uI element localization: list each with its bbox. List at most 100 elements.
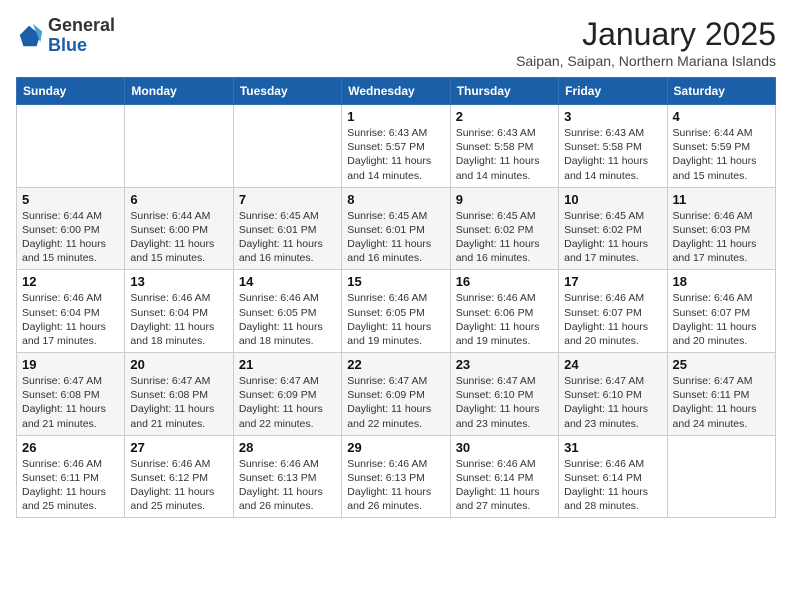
day-info: Sunrise: 6:47 AM Sunset: 6:11 PM Dayligh… bbox=[673, 374, 770, 431]
day-number: 5 bbox=[22, 192, 119, 207]
calendar-cell: 15Sunrise: 6:46 AM Sunset: 6:05 PM Dayli… bbox=[342, 270, 450, 353]
day-info: Sunrise: 6:46 AM Sunset: 6:13 PM Dayligh… bbox=[239, 457, 336, 514]
day-info: Sunrise: 6:45 AM Sunset: 6:02 PM Dayligh… bbox=[564, 209, 661, 266]
day-number: 28 bbox=[239, 440, 336, 455]
day-info: Sunrise: 6:43 AM Sunset: 5:58 PM Dayligh… bbox=[564, 126, 661, 183]
weekday-header: Tuesday bbox=[233, 78, 341, 105]
calendar-week-row: 5 Sunrise: 6:44 AM Sunset: 6:00 PM Daylig… bbox=[17, 187, 776, 270]
day-number: 14 bbox=[239, 274, 336, 289]
day-number: 13 bbox=[130, 274, 227, 289]
day-number: 25 bbox=[673, 357, 770, 372]
calendar-cell bbox=[667, 435, 775, 518]
day-info: Sunrise: 6:46 AM Sunset: 6:05 PM Dayligh… bbox=[239, 291, 336, 348]
day-info: Sunrise: 6:45 AM Sunset: 6:02 PM Dayligh… bbox=[456, 209, 553, 266]
day-info: Sunrise: 6:43 AM Sunset: 5:58 PM Dayligh… bbox=[456, 126, 553, 183]
day-number: 20 bbox=[130, 357, 227, 372]
calendar-cell: 26 Sunrise: 6:46 AM Sunset: 6:11 PM Dayli… bbox=[17, 435, 125, 518]
day-info: Sunrise: 6:47 AM Sunset: 6:09 PM Dayligh… bbox=[239, 374, 336, 431]
day-info: Sunrise: 6:44 AM Sunset: 6:00 PM Dayligh… bbox=[130, 209, 227, 266]
day-number: 6 bbox=[130, 192, 227, 207]
day-number: 23 bbox=[456, 357, 553, 372]
calendar-cell: 27 Sunrise: 6:46 AM Sunset: 6:12 PM Dayli… bbox=[125, 435, 233, 518]
day-info: Sunrise: 6:46 AM Sunset: 6:14 PM Dayligh… bbox=[564, 457, 661, 514]
calendar-cell: 14 Sunrise: 6:46 AM Sunset: 6:05 PM Dayli… bbox=[233, 270, 341, 353]
day-info: Sunrise: 6:43 AM Sunset: 5:57 PM Dayligh… bbox=[347, 126, 444, 183]
day-number: 10 bbox=[564, 192, 661, 207]
calendar-cell bbox=[233, 105, 341, 188]
day-info: Sunrise: 6:46 AM Sunset: 6:07 PM Dayligh… bbox=[673, 291, 770, 348]
day-number: 7 bbox=[239, 192, 336, 207]
day-info: Sunrise: 6:46 AM Sunset: 6:13 PM Dayligh… bbox=[347, 457, 444, 514]
day-info: Sunrise: 6:46 AM Sunset: 6:03 PM Dayligh… bbox=[673, 209, 770, 266]
day-number: 24 bbox=[564, 357, 661, 372]
calendar-cell: 18 Sunrise: 6:46 AM Sunset: 6:07 PM Dayli… bbox=[667, 270, 775, 353]
calendar-week-row: 19 Sunrise: 6:47 AM Sunset: 6:08 PM Dayli… bbox=[17, 353, 776, 436]
calendar-cell: 23Sunrise: 6:47 AM Sunset: 6:10 PM Dayli… bbox=[450, 353, 558, 436]
day-info: Sunrise: 6:47 AM Sunset: 6:09 PM Dayligh… bbox=[347, 374, 444, 431]
day-info: Sunrise: 6:47 AM Sunset: 6:08 PM Dayligh… bbox=[22, 374, 119, 431]
day-number: 27 bbox=[130, 440, 227, 455]
day-number: 3 bbox=[564, 109, 661, 124]
weekday-header-row: SundayMondayTuesdayWednesdayThursdayFrid… bbox=[17, 78, 776, 105]
calendar-cell: 31 Sunrise: 6:46 AM Sunset: 6:14 PM Dayli… bbox=[559, 435, 667, 518]
weekday-header: Monday bbox=[125, 78, 233, 105]
day-number: 18 bbox=[673, 274, 770, 289]
calendar-cell: 24 Sunrise: 6:47 AM Sunset: 6:10 PM Dayli… bbox=[559, 353, 667, 436]
calendar-table: SundayMondayTuesdayWednesdayThursdayFrid… bbox=[16, 77, 776, 518]
day-info: Sunrise: 6:46 AM Sunset: 6:11 PM Dayligh… bbox=[22, 457, 119, 514]
logo-text: General Blue bbox=[48, 16, 115, 56]
day-number: 30 bbox=[456, 440, 553, 455]
calendar-cell: 11 Sunrise: 6:46 AM Sunset: 6:03 PM Dayli… bbox=[667, 187, 775, 270]
month-title: January 2025 bbox=[516, 16, 776, 53]
calendar-cell: 2 Sunrise: 6:43 AM Sunset: 5:58 PM Daylig… bbox=[450, 105, 558, 188]
calendar-cell: 20 Sunrise: 6:47 AM Sunset: 6:08 PM Dayli… bbox=[125, 353, 233, 436]
calendar-cell: 12Sunrise: 6:46 AM Sunset: 6:04 PM Dayli… bbox=[17, 270, 125, 353]
calendar-cell: 19 Sunrise: 6:47 AM Sunset: 6:08 PM Dayli… bbox=[17, 353, 125, 436]
calendar-cell: 16 Sunrise: 6:46 AM Sunset: 6:06 PM Dayli… bbox=[450, 270, 558, 353]
day-info: Sunrise: 6:44 AM Sunset: 6:00 PM Dayligh… bbox=[22, 209, 119, 266]
day-info: Sunrise: 6:46 AM Sunset: 6:04 PM Dayligh… bbox=[22, 291, 119, 348]
calendar-cell: 22 Sunrise: 6:47 AM Sunset: 6:09 PM Dayli… bbox=[342, 353, 450, 436]
calendar-cell: 17Sunrise: 6:46 AM Sunset: 6:07 PM Dayli… bbox=[559, 270, 667, 353]
logo: General Blue bbox=[16, 16, 115, 56]
day-number: 26 bbox=[22, 440, 119, 455]
day-number: 19 bbox=[22, 357, 119, 372]
day-info: Sunrise: 6:45 AM Sunset: 6:01 PM Dayligh… bbox=[347, 209, 444, 266]
calendar-cell: 29 Sunrise: 6:46 AM Sunset: 6:13 PM Dayli… bbox=[342, 435, 450, 518]
day-info: Sunrise: 6:46 AM Sunset: 6:06 PM Dayligh… bbox=[456, 291, 553, 348]
day-number: 15 bbox=[347, 274, 444, 289]
calendar-cell: 13Sunrise: 6:46 AM Sunset: 6:04 PM Dayli… bbox=[125, 270, 233, 353]
day-info: Sunrise: 6:45 AM Sunset: 6:01 PM Dayligh… bbox=[239, 209, 336, 266]
calendar-week-row: 26 Sunrise: 6:46 AM Sunset: 6:11 PM Dayli… bbox=[17, 435, 776, 518]
calendar-week-row: 1 Sunrise: 6:43 AM Sunset: 5:57 PM Daylig… bbox=[17, 105, 776, 188]
title-block: January 2025 Saipan, Saipan, Northern Ma… bbox=[516, 16, 776, 69]
day-number: 4 bbox=[673, 109, 770, 124]
day-number: 1 bbox=[347, 109, 444, 124]
day-info: Sunrise: 6:47 AM Sunset: 6:10 PM Dayligh… bbox=[564, 374, 661, 431]
calendar-cell: 3 Sunrise: 6:43 AM Sunset: 5:58 PM Daylig… bbox=[559, 105, 667, 188]
weekday-header: Saturday bbox=[667, 78, 775, 105]
weekday-header: Thursday bbox=[450, 78, 558, 105]
day-number: 17 bbox=[564, 274, 661, 289]
day-number: 16 bbox=[456, 274, 553, 289]
calendar-cell bbox=[125, 105, 233, 188]
day-number: 29 bbox=[347, 440, 444, 455]
calendar-cell: 8Sunrise: 6:45 AM Sunset: 6:01 PM Daylig… bbox=[342, 187, 450, 270]
day-info: Sunrise: 6:46 AM Sunset: 6:12 PM Dayligh… bbox=[130, 457, 227, 514]
page-header: General Blue January 2025 Saipan, Saipan… bbox=[16, 16, 776, 69]
weekday-header: Friday bbox=[559, 78, 667, 105]
day-number: 2 bbox=[456, 109, 553, 124]
calendar-cell: 21 Sunrise: 6:47 AM Sunset: 6:09 PM Dayli… bbox=[233, 353, 341, 436]
calendar-cell bbox=[17, 105, 125, 188]
day-number: 21 bbox=[239, 357, 336, 372]
day-number: 22 bbox=[347, 357, 444, 372]
day-number: 9 bbox=[456, 192, 553, 207]
weekday-header: Wednesday bbox=[342, 78, 450, 105]
calendar-cell: 7 Sunrise: 6:45 AM Sunset: 6:01 PM Daylig… bbox=[233, 187, 341, 270]
day-number: 31 bbox=[564, 440, 661, 455]
day-info: Sunrise: 6:47 AM Sunset: 6:08 PM Dayligh… bbox=[130, 374, 227, 431]
calendar-cell: 10 Sunrise: 6:45 AM Sunset: 6:02 PM Dayli… bbox=[559, 187, 667, 270]
logo-blue: Blue bbox=[48, 36, 115, 56]
day-number: 11 bbox=[673, 192, 770, 207]
day-info: Sunrise: 6:46 AM Sunset: 6:14 PM Dayligh… bbox=[456, 457, 553, 514]
